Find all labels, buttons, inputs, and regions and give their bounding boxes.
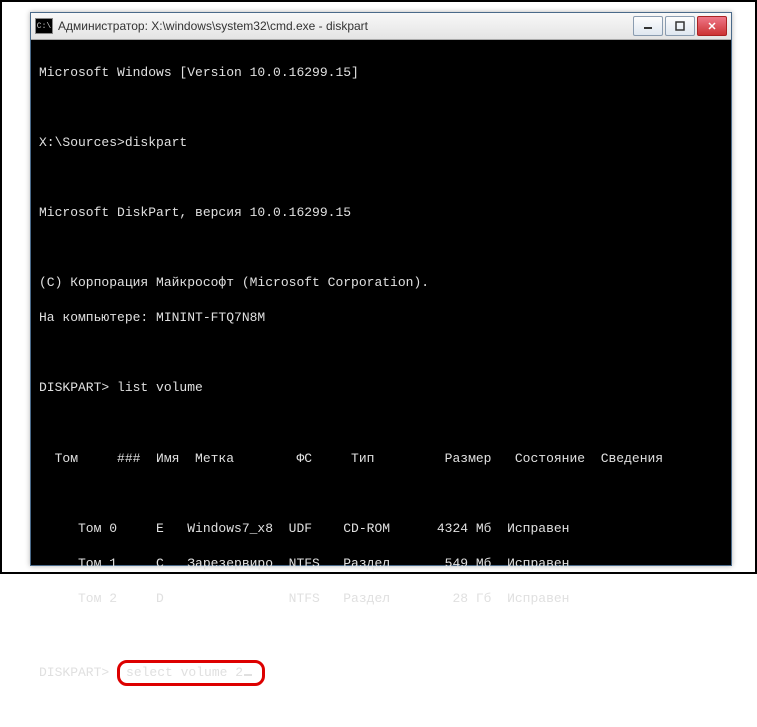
prompt-sources: X:\Sources>diskpart <box>39 134 723 152</box>
maximize-button[interactable] <box>665 16 695 36</box>
maximize-icon <box>675 21 685 31</box>
close-icon <box>707 21 717 31</box>
version-line: Microsoft Windows [Version 10.0.16299.15… <box>39 64 723 82</box>
table-row: Том 0 E Windows7_x8 UDF CD-ROM 4324 Мб И… <box>39 520 723 538</box>
command-highlight: select volume 2 <box>117 660 265 686</box>
titlebar[interactable]: C:\ Администратор: X:\windows\system32\c… <box>31 13 731 40</box>
blank <box>39 169 723 187</box>
cursor <box>244 674 252 676</box>
diskpart-version: Microsoft DiskPart, версия 10.0.16299.15 <box>39 204 723 222</box>
table-header: Том ### Имя Метка ФС Тип Размер Состояни… <box>39 450 723 468</box>
table-divider <box>39 485 723 503</box>
terminal-body[interactable]: Microsoft Windows [Version 10.0.16299.15… <box>31 40 731 727</box>
minimize-button[interactable] <box>633 16 663 36</box>
blank <box>39 625 723 643</box>
blank <box>39 344 723 362</box>
close-button[interactable] <box>697 16 727 36</box>
prompt-listvolume: DISKPART> list volume <box>39 379 723 397</box>
minimize-icon <box>643 21 653 31</box>
table-row: Том 2 D NTFS Раздел 28 Гб Исправен <box>39 590 723 608</box>
blank <box>39 414 723 432</box>
window-controls <box>633 16 727 36</box>
prompt-selectvolume: DISKPART> select volume 2 <box>39 660 723 686</box>
computer-line: На компьютере: MININT-FTQ7N8M <box>39 309 723 327</box>
prompt-prefix: DISKPART> <box>39 664 117 682</box>
blank <box>39 99 723 117</box>
cmd-window: C:\ Администратор: X:\windows\system32\c… <box>30 12 732 566</box>
table-row: Том 1 C Зарезервиро NTFS Раздел 549 Мб И… <box>39 555 723 573</box>
copyright-line: (C) Корпорация Майкрософт (Microsoft Cor… <box>39 274 723 292</box>
command-text: select volume 2 <box>126 665 243 680</box>
cmd-icon: C:\ <box>35 18 53 34</box>
window-title: Администратор: X:\windows\system32\cmd.e… <box>58 19 633 33</box>
blank <box>39 239 723 257</box>
